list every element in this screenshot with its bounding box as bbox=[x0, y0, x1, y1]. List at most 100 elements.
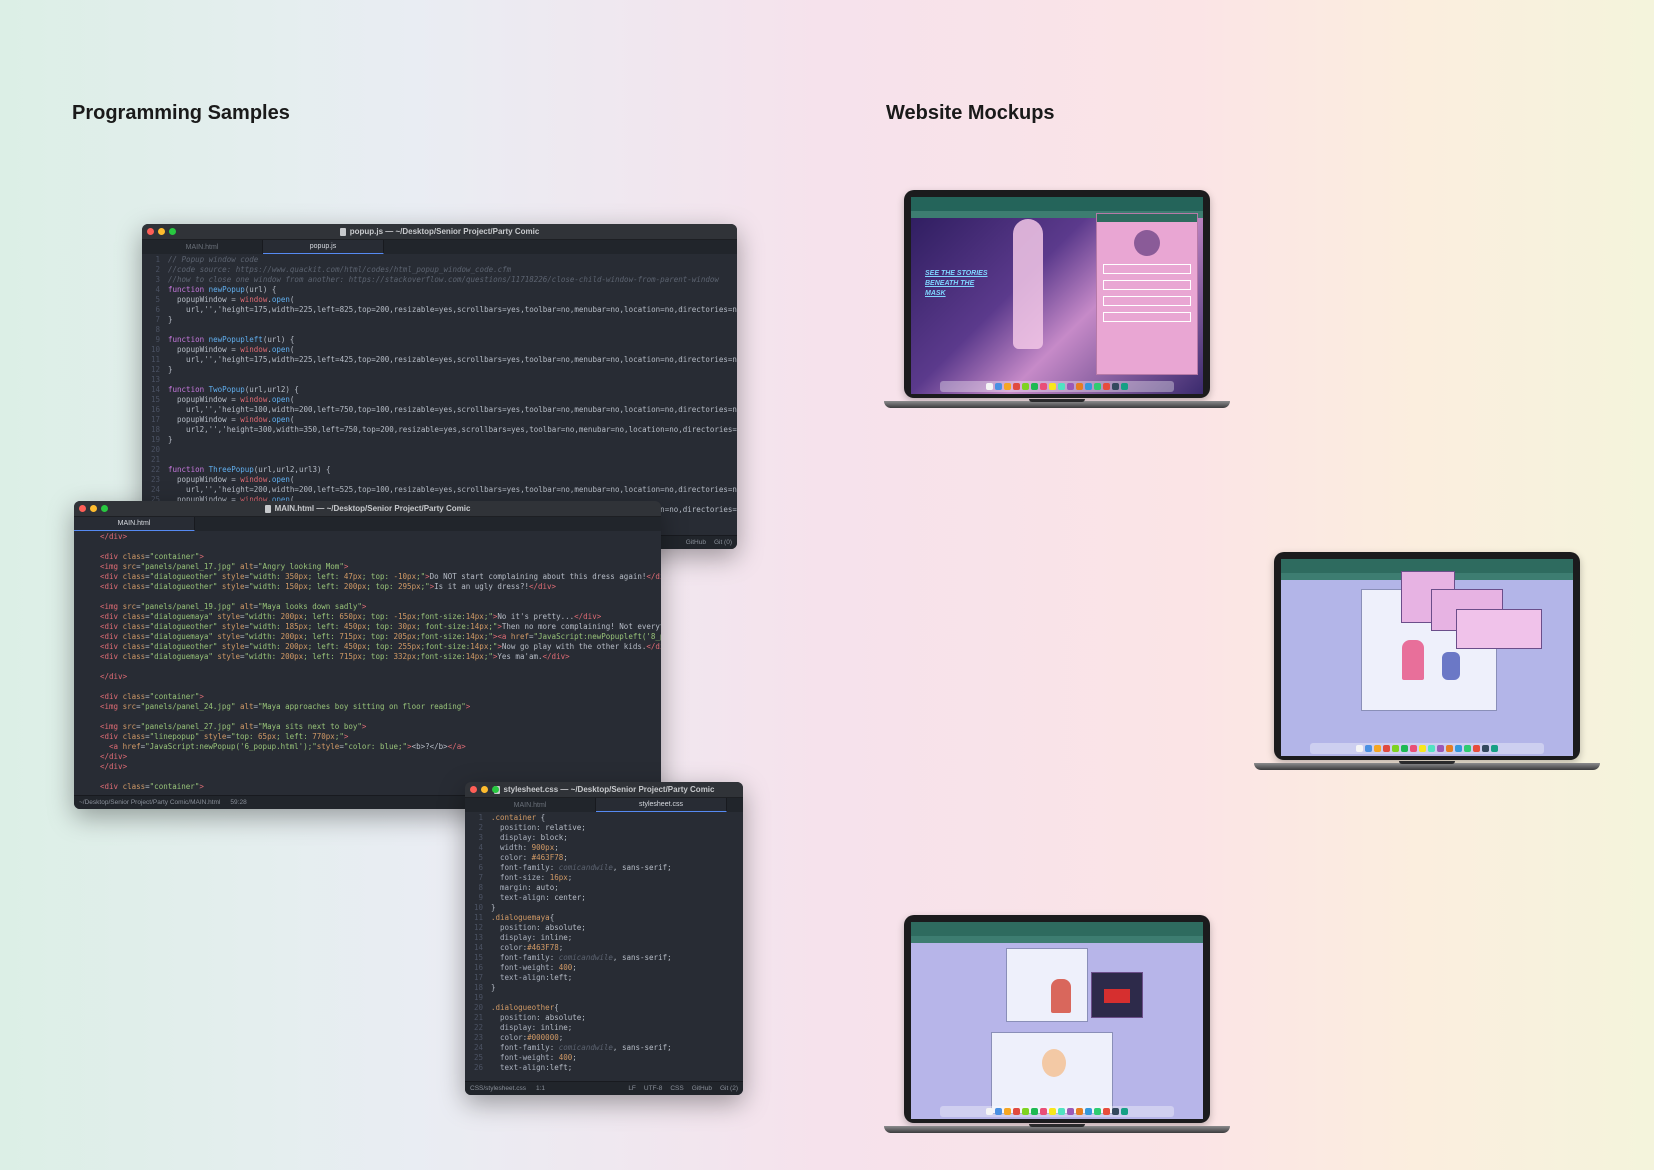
code-line[interactable]: 16 url,'','height=100,width=200,left=750… bbox=[142, 405, 737, 415]
menu-link-box[interactable] bbox=[1103, 296, 1191, 306]
code-line[interactable]: 14 function TwoPopup(url,url2) { bbox=[142, 385, 737, 395]
code-line[interactable]: 25 font-weight: 400; bbox=[465, 1053, 743, 1063]
code-line[interactable]: 13 display: inline; bbox=[465, 933, 743, 943]
dock-app-icon[interactable] bbox=[1356, 745, 1363, 752]
code-line[interactable]: 6 font-family: comicandwile, sans-serif; bbox=[465, 863, 743, 873]
code-line[interactable]: 22 function ThreePopup(url,url2,url3) { bbox=[142, 465, 737, 475]
code-line[interactable]: 24 font-family: comicandwile, sans-serif… bbox=[465, 1043, 743, 1053]
file-path-status[interactable]: CSS/stylesheet.css bbox=[470, 1085, 526, 1092]
code-line[interactable]: 18 url2,'','height=300,width=350,left=75… bbox=[142, 425, 737, 435]
dock-app-icon[interactable] bbox=[1049, 1108, 1056, 1115]
code-line[interactable]: <div class="linepopup" style="top: 65px;… bbox=[74, 732, 661, 742]
dock-app-icon[interactable] bbox=[1004, 1108, 1011, 1115]
dock-app-icon[interactable] bbox=[1058, 383, 1065, 390]
code-line[interactable]: </div> bbox=[74, 752, 661, 762]
code-line[interactable]: 3 display: block; bbox=[465, 833, 743, 843]
dock-app-icon[interactable] bbox=[1455, 745, 1462, 752]
dock-app-icon[interactable] bbox=[1067, 383, 1074, 390]
dock-app-icon[interactable] bbox=[1067, 1108, 1074, 1115]
close-icon[interactable] bbox=[470, 786, 477, 793]
cursor-position-status[interactable]: 1:1 bbox=[536, 1085, 545, 1092]
editor-titlebar[interactable]: MAIN.html — ~/Desktop/Senior Project/Par… bbox=[74, 501, 661, 517]
code-line[interactable]: <a href="JavaScript:newPopup('6_popup.ht… bbox=[74, 742, 661, 752]
code-line[interactable]: 10 popupWindow = window.open( bbox=[142, 345, 737, 355]
code-line[interactable]: <img src="panels/panel_24.jpg" alt="Maya… bbox=[74, 702, 661, 712]
git-status[interactable]: Git (2) bbox=[720, 1085, 738, 1092]
code-line[interactable]: <div class="dialogueother" style="width:… bbox=[74, 582, 661, 592]
code-line[interactable]: 7 font-size: 16px; bbox=[465, 873, 743, 883]
dock-app-icon[interactable] bbox=[1094, 1108, 1101, 1115]
maximize-icon[interactable] bbox=[101, 505, 108, 512]
dock-app-icon[interactable] bbox=[1013, 383, 1020, 390]
close-icon[interactable] bbox=[147, 228, 154, 235]
dock-app-icon[interactable] bbox=[1112, 1108, 1119, 1115]
code-line[interactable]: 23 popupWindow = window.open( bbox=[142, 475, 737, 485]
dock-app-icon[interactable] bbox=[1383, 745, 1390, 752]
dock-app-icon[interactable] bbox=[1031, 1108, 1038, 1115]
code-line[interactable]: 5 color: #463F78; bbox=[465, 853, 743, 863]
code-line[interactable]: 8 bbox=[142, 325, 737, 335]
dock-app-icon[interactable] bbox=[1491, 745, 1498, 752]
code-line[interactable]: 20 bbox=[142, 445, 737, 455]
code-line[interactable]: 9 function newPopupleft(url) { bbox=[142, 335, 737, 345]
code-line[interactable]: <div class="dialoguemaya" style="width: … bbox=[74, 632, 661, 642]
dock-app-icon[interactable] bbox=[1013, 1108, 1020, 1115]
dock-app-icon[interactable] bbox=[1103, 1108, 1110, 1115]
code-line[interactable] bbox=[74, 772, 661, 782]
dock-app-icon[interactable] bbox=[1410, 745, 1417, 752]
code-line[interactable]: <div class="dialoguemaya" style="width: … bbox=[74, 612, 661, 622]
code-line[interactable]: 6 url,'','height=175,width=225,left=825,… bbox=[142, 305, 737, 315]
dock-app-icon[interactable] bbox=[1473, 745, 1480, 752]
code-line[interactable]: 2 //code source: https://www.quackit.com/… bbox=[142, 265, 737, 275]
code-line[interactable] bbox=[74, 592, 661, 602]
code-line[interactable]: <img src="panels/panel_17.jpg" alt="Angr… bbox=[74, 562, 661, 572]
minimize-icon[interactable] bbox=[481, 786, 488, 793]
code-line[interactable] bbox=[74, 682, 661, 692]
dock-app-icon[interactable] bbox=[1374, 745, 1381, 752]
dock-app-icon[interactable] bbox=[1022, 1108, 1029, 1115]
dock-app-icon[interactable] bbox=[1076, 1108, 1083, 1115]
code-line[interactable]: 4 width: 900px; bbox=[465, 843, 743, 853]
code-line[interactable]: 18} bbox=[465, 983, 743, 993]
dock-app-icon[interactable] bbox=[1482, 745, 1489, 752]
language-status[interactable]: CSS bbox=[670, 1085, 683, 1092]
file-path-status[interactable]: ~/Desktop/Senior Project/Party Comic/MAI… bbox=[79, 799, 220, 806]
code-line[interactable]: 2 position: relative; bbox=[465, 823, 743, 833]
code-line[interactable]: 11 url,'','height=175,width=225,left=425… bbox=[142, 355, 737, 365]
cursor-position-status[interactable]: 59:28 bbox=[230, 799, 246, 806]
tab-popup-js[interactable]: popup.js bbox=[263, 240, 384, 254]
editor-window-css[interactable]: stylesheet.css — ~/Desktop/Senior Projec… bbox=[465, 782, 743, 1095]
dock-app-icon[interactable] bbox=[1040, 383, 1047, 390]
code-line[interactable] bbox=[74, 712, 661, 722]
github-status[interactable]: GitHub bbox=[686, 539, 706, 546]
minimize-icon[interactable] bbox=[158, 228, 165, 235]
code-line[interactable]: 15 popupWindow = window.open( bbox=[142, 395, 737, 405]
code-line[interactable]: 26 text-align:left; bbox=[465, 1063, 743, 1073]
dock-app-icon[interactable] bbox=[986, 1108, 993, 1115]
dock-app-icon[interactable] bbox=[1446, 745, 1453, 752]
site-hero-caption[interactable]: SEE THE STORIES BENEATH THE MASK bbox=[925, 269, 988, 299]
line-ending-status[interactable]: LF bbox=[628, 1085, 636, 1092]
code-line[interactable]: 8 margin: auto; bbox=[465, 883, 743, 893]
dock-app-icon[interactable] bbox=[995, 1108, 1002, 1115]
editor-window-html[interactable]: MAIN.html — ~/Desktop/Senior Project/Par… bbox=[74, 501, 661, 809]
code-line[interactable]: 21 bbox=[142, 455, 737, 465]
maximize-icon[interactable] bbox=[169, 228, 176, 235]
code-line[interactable]: <div class="container"> bbox=[74, 552, 661, 562]
dock-app-icon[interactable] bbox=[1094, 383, 1101, 390]
code-line[interactable]: <div class="dialoguemaya" style="width: … bbox=[74, 652, 661, 662]
dock-app-icon[interactable] bbox=[1049, 383, 1056, 390]
code-line[interactable]: 12} bbox=[142, 365, 737, 375]
code-area[interactable]: 1 // Popup window code 2 //code source: htt… bbox=[142, 254, 737, 515]
dock-app-icon[interactable] bbox=[1004, 383, 1011, 390]
code-line[interactable]: 13 bbox=[142, 375, 737, 385]
code-line[interactable]: 19 bbox=[465, 993, 743, 1003]
dock-app-icon[interactable] bbox=[1121, 383, 1128, 390]
close-icon[interactable] bbox=[79, 505, 86, 512]
github-status[interactable]: GitHub bbox=[692, 1085, 712, 1092]
code-line[interactable]: <div class="dialogueother" style="width:… bbox=[74, 642, 661, 652]
code-line[interactable]: 1 .container { bbox=[465, 813, 743, 823]
code-line[interactable]: <img src="panels/panel_19.jpg" alt="Maya… bbox=[74, 602, 661, 612]
code-line[interactable]: 22 display: inline; bbox=[465, 1023, 743, 1033]
encoding-status[interactable]: UTF-8 bbox=[644, 1085, 662, 1092]
